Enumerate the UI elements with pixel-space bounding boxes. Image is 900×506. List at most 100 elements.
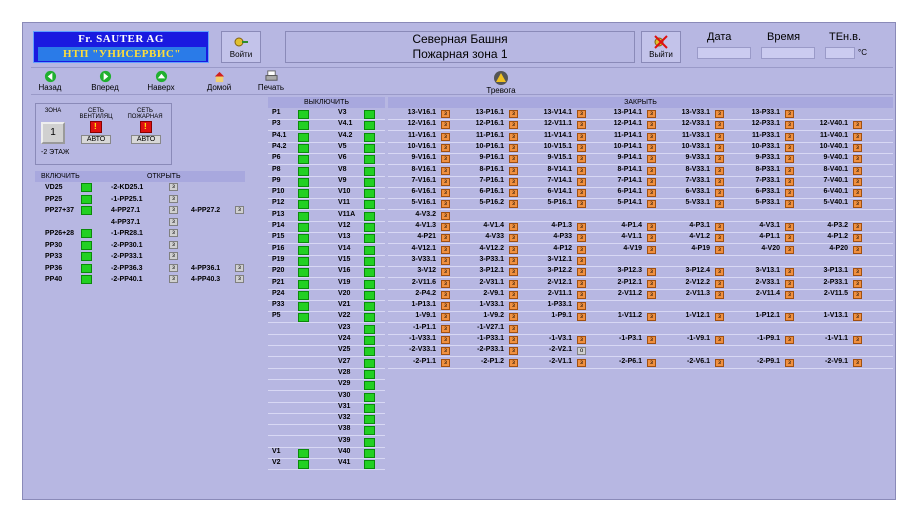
- p-fan-status[interactable]: [298, 110, 309, 119]
- close-button[interactable]: з: [577, 245, 586, 254]
- logout-button[interactable]: Выйти: [641, 31, 681, 63]
- close-button[interactable]: з: [853, 121, 862, 130]
- fan-status-indicator[interactable]: [81, 252, 92, 261]
- v-fan-status[interactable]: [364, 415, 375, 425]
- close-button[interactable]: з: [785, 245, 794, 254]
- v-fan-status[interactable]: [364, 121, 375, 131]
- open-button[interactable]: з: [169, 263, 178, 272]
- v-fan-status[interactable]: [364, 200, 375, 210]
- close-button[interactable]: з: [577, 302, 586, 311]
- p-fan-status[interactable]: [298, 166, 309, 176]
- close-button[interactable]: з: [853, 143, 862, 152]
- close-button[interactable]: з: [577, 200, 586, 209]
- close-button[interactable]: з: [715, 189, 724, 198]
- open-button[interactable]: з: [169, 229, 178, 237]
- close-button[interactable]: з: [577, 290, 586, 299]
- v-fan-status[interactable]: [364, 211, 375, 221]
- close-button[interactable]: з: [509, 200, 518, 209]
- close-button[interactable]: з: [853, 189, 862, 198]
- close-button[interactable]: з: [441, 121, 450, 130]
- close-button[interactable]: з: [785, 132, 794, 141]
- close-button[interactable]: з: [853, 132, 862, 141]
- v-fan-status[interactable]: [364, 381, 375, 391]
- close-button[interactable]: з: [577, 177, 586, 186]
- close-button[interactable]: з: [715, 313, 724, 322]
- close-button[interactable]: з: [715, 121, 724, 130]
- p-fan-status[interactable]: [298, 245, 309, 255]
- close-button[interactable]: з: [441, 177, 450, 186]
- close-button[interactable]: з: [785, 200, 794, 209]
- close-button[interactable]: з: [441, 279, 450, 288]
- open-button[interactable]: з: [235, 263, 244, 272]
- close-button[interactable]: з: [785, 313, 794, 322]
- v-fan-status[interactable]: [364, 358, 375, 368]
- close-button[interactable]: з: [715, 132, 724, 141]
- close-button[interactable]: з: [785, 143, 794, 152]
- p-fan-status[interactable]: [298, 302, 309, 312]
- close-button[interactable]: з: [647, 313, 656, 322]
- close-button[interactable]: з: [441, 234, 450, 243]
- close-button[interactable]: з: [853, 245, 862, 254]
- p-fan-status[interactable]: [298, 256, 309, 266]
- close-button[interactable]: з: [715, 268, 724, 277]
- close-button[interactable]: з: [785, 189, 794, 198]
- close-button[interactable]: з: [577, 256, 586, 265]
- close-button[interactable]: з: [647, 110, 656, 118]
- close-button[interactable]: з: [647, 155, 656, 164]
- v-fan-status[interactable]: [364, 313, 375, 323]
- close-button[interactable]: з: [853, 234, 862, 243]
- v-fan-status[interactable]: [364, 143, 375, 153]
- p-fan-status[interactable]: [298, 268, 309, 278]
- p-fan-status[interactable]: [298, 234, 309, 244]
- close-button[interactable]: з: [509, 155, 518, 164]
- close-button[interactable]: з: [441, 132, 450, 141]
- close-button[interactable]: з: [715, 336, 724, 344]
- close-button[interactable]: з: [509, 279, 518, 288]
- p-fan-status[interactable]: [298, 155, 309, 165]
- close-button[interactable]: з: [509, 223, 518, 231]
- open-button[interactable]: з: [169, 194, 178, 203]
- zone-button[interactable]: 1: [41, 122, 65, 144]
- p-fan-status[interactable]: [298, 200, 309, 210]
- fan-status-indicator[interactable]: [81, 263, 92, 273]
- v-fan-status[interactable]: [364, 110, 375, 119]
- close-button[interactable]: з: [441, 268, 450, 277]
- close-button[interactable]: з: [509, 189, 518, 198]
- close-button[interactable]: з: [785, 336, 794, 344]
- close-button[interactable]: з: [715, 110, 724, 118]
- close-button[interactable]: з: [441, 189, 450, 198]
- close-button[interactable]: з: [441, 313, 450, 322]
- v-fan-status[interactable]: [364, 245, 375, 255]
- open-button[interactable]: з: [169, 275, 178, 283]
- close-button[interactable]: з: [785, 290, 794, 299]
- v-fan-status[interactable]: [364, 460, 375, 470]
- v-fan-status[interactable]: [364, 324, 375, 334]
- close-button[interactable]: з: [715, 177, 724, 186]
- close-button[interactable]: з: [853, 166, 862, 175]
- close-button[interactable]: з: [441, 200, 450, 209]
- v-fan-status[interactable]: [364, 449, 375, 458]
- p-fan-status[interactable]: [298, 132, 309, 142]
- fan-status-indicator[interactable]: [81, 240, 92, 250]
- v-fan-status[interactable]: [364, 177, 375, 187]
- close-button[interactable]: з: [647, 245, 656, 254]
- close-button[interactable]: з: [647, 189, 656, 198]
- close-button[interactable]: з: [441, 324, 450, 333]
- close-button[interactable]: з: [441, 358, 450, 367]
- close-button[interactable]: з: [441, 223, 450, 231]
- open-button[interactable]: з: [235, 275, 244, 283]
- close-button[interactable]: з: [647, 279, 656, 288]
- v-fan-status[interactable]: [364, 437, 375, 447]
- close-button[interactable]: з: [715, 223, 724, 231]
- v-fan-status[interactable]: [364, 234, 375, 244]
- v-fan-status[interactable]: [298, 460, 309, 470]
- home-button[interactable]: Домой: [201, 70, 237, 92]
- close-button[interactable]: з: [577, 313, 586, 322]
- close-button[interactable]: з: [715, 279, 724, 288]
- close-button[interactable]: з: [853, 268, 862, 277]
- close-button[interactable]: з: [509, 268, 518, 277]
- close-button[interactable]: з: [853, 313, 862, 322]
- close-button[interactable]: з: [715, 234, 724, 243]
- fire-auto-button[interactable]: АВТО: [131, 135, 161, 144]
- open-button[interactable]: з: [169, 252, 178, 260]
